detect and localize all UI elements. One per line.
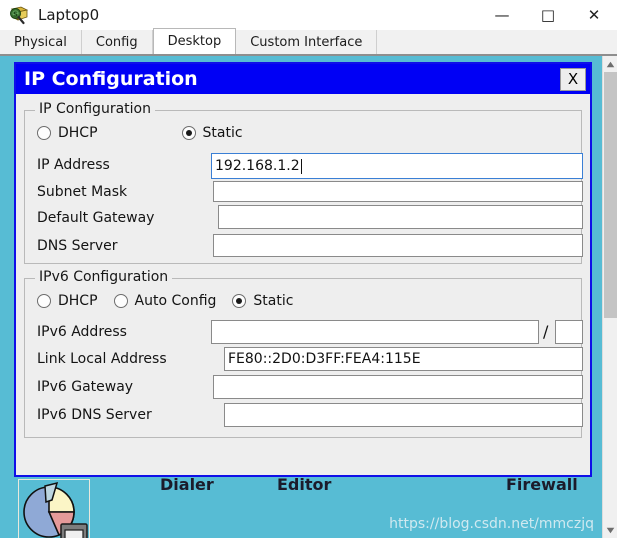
input-ip-address-value: 192.168.1.2 <box>215 158 300 174</box>
label-link-local-address: Link Local Address <box>37 351 167 367</box>
tab-config[interactable]: Config <box>81 30 153 54</box>
radio-dot-icon <box>181 126 196 140</box>
ipv4-radio-static[interactable]: Static <box>181 125 243 141</box>
ipv4-radio-dhcp-label: DHCP <box>58 125 98 141</box>
tab-physical[interactable]: Physical <box>0 30 82 54</box>
dialog-body: IP Configuration DHCP Static IP Address … <box>16 94 590 475</box>
dialog-close-button[interactable]: X <box>560 67 586 91</box>
ipv6-radio-static[interactable]: Static <box>232 293 293 309</box>
input-ipv6-address[interactable] <box>211 320 539 344</box>
ipv4-group-title: IP Configuration <box>35 101 155 117</box>
desktop-label-editor: Editor <box>277 475 332 494</box>
ip-configuration-dialog: IP Configuration X IP Configuration DHCP… <box>14 62 592 477</box>
watermark-url: https://blog.csdn.net/mmczjq <box>389 516 594 532</box>
ipv6-radio-auto-config-label: Auto Config <box>134 293 217 309</box>
tab-desktop[interactable]: Desktop <box>152 28 237 54</box>
ipv6-group: IPv6 Configuration DHCP Auto Config Stat… <box>24 269 583 438</box>
ipv6-group-title: IPv6 Configuration <box>35 269 173 285</box>
pie-chart-icon <box>23 481 88 538</box>
package-magnifier-icon: S <box>8 5 30 25</box>
input-subnet-mask[interactable] <box>213 181 583 202</box>
scroll-up-arrow-icon[interactable] <box>603 56 617 72</box>
input-default-gateway[interactable] <box>218 205 583 229</box>
scrollbar-track[interactable] <box>603 318 617 522</box>
ipv6-radio-dhcp[interactable]: DHCP <box>37 293 98 309</box>
maximize-button[interactable]: □ <box>525 0 571 30</box>
desktop-label-firewall: Firewall <box>506 475 578 494</box>
window-controls: — □ ✕ <box>479 0 617 30</box>
input-ip-address[interactable]: 192.168.1.2 <box>211 153 583 179</box>
input-link-local-address[interactable]: FE80::2D0:D3FF:FEA4:115E <box>224 347 583 371</box>
window-title: Laptop0 <box>38 6 100 24</box>
text-caret <box>300 158 302 174</box>
close-button[interactable]: ✕ <box>571 0 617 30</box>
label-ipv6-gateway: IPv6 Gateway <box>37 379 134 395</box>
tab-custom-interface[interactable]: Custom Interface <box>236 30 378 54</box>
label-dns-server: DNS Server <box>37 238 118 254</box>
input-ipv6-gateway[interactable] <box>213 375 583 399</box>
tab-strip: Physical Config Desktop Custom Interface <box>0 28 617 56</box>
radio-dot-icon <box>37 294 51 308</box>
dialog-titlebar: IP Configuration X <box>16 64 590 94</box>
ipv6-prefix-separator: / <box>543 322 549 341</box>
ipv6-radio-dhcp-label: DHCP <box>58 293 98 309</box>
ipv4-mode-radio-group: DHCP Static <box>37 125 249 141</box>
label-ipv6-address: IPv6 Address <box>37 324 127 340</box>
ipv6-mode-radio-group: DHCP Auto Config Static <box>37 293 299 309</box>
label-default-gateway: Default Gateway <box>37 210 155 226</box>
label-ip-address: IP Address <box>37 157 110 173</box>
desktop-label-dialer: Dialer <box>160 475 214 494</box>
desktop-icon-tile[interactable] <box>18 479 90 538</box>
radio-dot-icon <box>37 126 51 140</box>
window-titlebar: S Laptop0 — □ ✕ <box>0 0 617 30</box>
svg-text:S: S <box>13 11 18 19</box>
input-ipv6-prefix-length[interactable] <box>555 320 583 344</box>
radio-dot-icon <box>113 294 128 308</box>
input-dns-server[interactable] <box>213 234 583 257</box>
ipv6-radio-auto-config[interactable]: Auto Config <box>113 293 217 309</box>
ipv6-radio-static-label: Static <box>253 293 294 309</box>
scrollbar-thumb[interactable] <box>604 72 617 318</box>
input-ipv6-dns-server[interactable] <box>224 403 583 427</box>
ipv4-radio-static-label: Static <box>202 125 243 141</box>
ipv4-radio-dhcp[interactable]: DHCP <box>37 125 98 141</box>
minimize-button[interactable]: — <box>479 0 525 30</box>
dialog-title: IP Configuration <box>24 68 198 90</box>
scroll-down-arrow-icon[interactable] <box>603 522 617 538</box>
input-link-local-address-value: FE80::2D0:D3FF:FEA4:115E <box>228 351 421 367</box>
radio-dot-icon <box>232 294 247 308</box>
label-ipv6-dns-server: IPv6 DNS Server <box>37 407 152 423</box>
vertical-scrollbar[interactable] <box>602 56 617 538</box>
ipv4-group: IP Configuration DHCP Static IP Address … <box>24 101 583 264</box>
label-subnet-mask: Subnet Mask <box>37 184 128 200</box>
